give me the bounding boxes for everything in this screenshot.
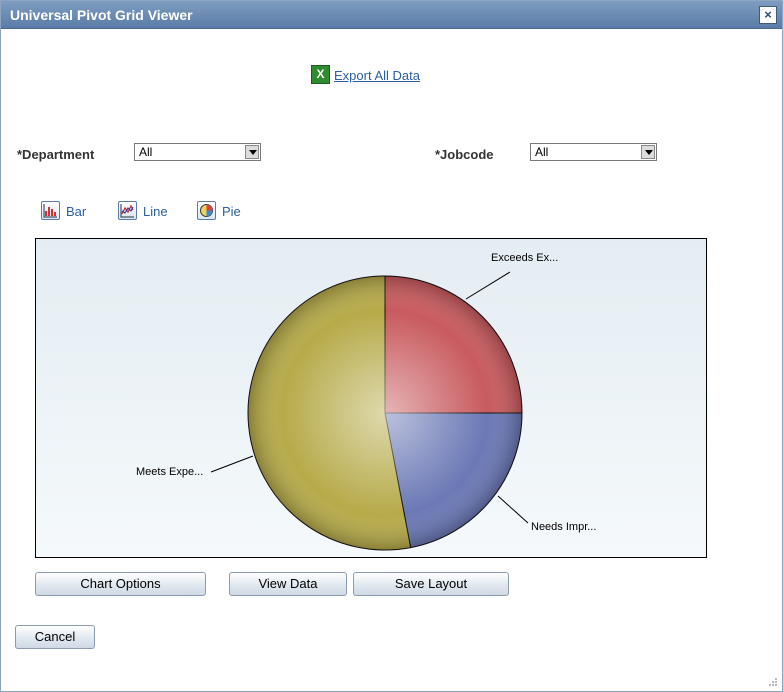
department-label: *Department bbox=[17, 147, 95, 162]
line-label: Line bbox=[143, 204, 168, 219]
jobcode-value: All bbox=[535, 145, 549, 159]
pie-chart-icon bbox=[197, 201, 216, 220]
pivot-grid-dialog: Universal Pivot Grid Viewer × X Export A… bbox=[0, 0, 783, 692]
export-all-data-link[interactable]: Export All Data bbox=[334, 68, 420, 83]
title-bar[interactable]: Universal Pivot Grid Viewer × bbox=[1, 1, 782, 29]
line-chart-icon bbox=[118, 201, 137, 220]
slice-label: Exceeds Ex... bbox=[491, 252, 558, 264]
department-select[interactable]: All bbox=[134, 143, 261, 161]
jobcode-select[interactable]: All bbox=[530, 143, 657, 161]
view-data-button[interactable]: View Data bbox=[229, 572, 347, 596]
excel-icon: X bbox=[311, 65, 330, 84]
cancel-button[interactable]: Cancel bbox=[15, 625, 95, 649]
pie-label: Pie bbox=[222, 204, 241, 219]
bar-label: Bar bbox=[66, 204, 87, 219]
chevron-down-icon[interactable] bbox=[641, 145, 655, 159]
window-title: Universal Pivot Grid Viewer bbox=[10, 7, 193, 23]
chart-options-button[interactable]: Chart Options bbox=[35, 572, 206, 596]
bar-chart-icon bbox=[41, 201, 60, 220]
chart-area: Exceeds Ex... Needs Impr... Meets Expe... bbox=[35, 238, 707, 558]
department-value: All bbox=[139, 145, 153, 159]
slice-label: Meets Expe... bbox=[136, 466, 203, 478]
chevron-down-icon[interactable] bbox=[245, 145, 259, 159]
slice-leader-line bbox=[497, 495, 529, 524]
slice-label: Needs Impr... bbox=[531, 521, 596, 533]
pie-slice[interactable] bbox=[384, 275, 523, 414]
resize-grip-icon[interactable] bbox=[768, 677, 778, 687]
slice-leader-line bbox=[465, 271, 511, 300]
close-button[interactable]: × bbox=[759, 6, 777, 24]
pie-chart: Exceeds Ex... Needs Impr... Meets Expe... bbox=[136, 252, 596, 551]
slice-leader-line bbox=[210, 455, 254, 473]
jobcode-label: *Jobcode bbox=[435, 147, 494, 162]
save-layout-button[interactable]: Save Layout bbox=[353, 572, 509, 596]
